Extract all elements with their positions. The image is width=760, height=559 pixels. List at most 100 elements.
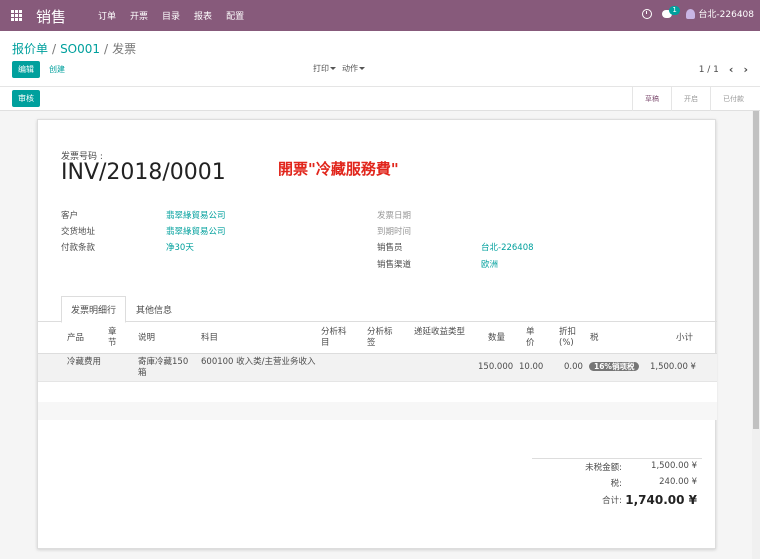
col-unit-price[interactable]: 单价 — [526, 327, 538, 349]
payment-terms-link[interactable]: 净30天 — [166, 243, 194, 253]
field-sales-channel: 销售渠道 — [377, 258, 411, 270]
menu-reporting[interactable]: 报表 — [194, 9, 212, 22]
col-subtotal[interactable]: 小计 — [676, 333, 693, 344]
scrollbar-thumb[interactable] — [753, 111, 759, 429]
untaxed-value: 1,500.00 ¥ — [651, 461, 697, 471]
tab-other-info[interactable]: 其他信息 — [126, 296, 182, 323]
scrollbar[interactable] — [752, 111, 760, 559]
main-menu: 订单 开票 目录 报表 配置 — [98, 9, 244, 22]
due-date-label: 到期时间 — [377, 227, 412, 237]
tab-invoice-lines[interactable]: 发票明细行 — [61, 296, 127, 323]
field-payment-terms-value[interactable]: 净30天 — [166, 241, 194, 253]
tax-label: 税: — [610, 479, 622, 489]
customer-label: 客户 — [61, 211, 79, 221]
caret-down-icon — [330, 67, 336, 70]
invoice-number: INV/2018/0001 — [61, 160, 226, 185]
field-customer: 客户 — [61, 209, 78, 221]
breadcrumb-current: 发票 — [112, 42, 137, 56]
stage-pipeline: 草稿 开启 已付款 — [632, 87, 756, 111]
action-menus: 打印 动作 — [313, 63, 365, 74]
untaxed-label: 未税金额: — [585, 463, 622, 473]
caret-down-icon — [359, 67, 365, 70]
invoice-lines-table: 产品 章节 说明 科目 分析科目 分析标签 递延收益类型 数量 单价 折扣 (%… — [38, 322, 717, 420]
col-taxes[interactable]: 税 — [590, 333, 599, 344]
col-analytic-tags[interactable]: 分析标签 — [367, 327, 399, 349]
edit-button[interactable]: 编辑 — [12, 61, 40, 78]
field-sales-channel-value[interactable]: 欧洲 — [481, 258, 498, 270]
pager-prev-icon[interactable]: ‹ — [729, 63, 734, 76]
stage-draft: 草稿 — [632, 87, 671, 111]
table-header: 产品 章节 说明 科目 分析科目 分析标签 递延收益类型 数量 单价 折扣 (%… — [38, 322, 717, 354]
cell-subtotal[interactable]: 1,500.00 ¥ — [650, 362, 696, 373]
salesperson-label: 销售员 — [377, 243, 403, 253]
validate-button[interactable]: 审核 — [12, 90, 40, 107]
col-product[interactable]: 产品 — [67, 333, 84, 344]
totals-divider — [532, 458, 702, 459]
activity-clock-icon[interactable] — [642, 8, 653, 19]
breadcrumb-quotations[interactable]: 报价单 — [12, 42, 48, 56]
cell-tax[interactable]: 16%销项税 — [589, 361, 640, 373]
invoice-sheet: 发票号码 : INV/2018/0001 開票"冷藏服務費" 客户 翡翠綠貿易公… — [37, 119, 717, 549]
salesperson-link[interactable]: 台北-226408 — [481, 243, 534, 253]
top-navbar: 销售 订单 开票 目录 报表 配置 1 台北-226408 — [0, 0, 760, 31]
cell-discount[interactable]: 0.00 — [564, 362, 583, 373]
app-title[interactable]: 销售 — [36, 6, 66, 27]
pager-next-icon[interactable]: › — [743, 63, 748, 76]
sales-channel-label: 销售渠道 — [377, 260, 412, 270]
col-quantity[interactable]: 数量 — [488, 333, 505, 344]
breadcrumb-order[interactable]: SO001 — [60, 42, 100, 56]
menu-invoicing[interactable]: 开票 — [130, 9, 148, 22]
menu-catalog[interactable]: 目录 — [162, 9, 180, 22]
field-payment-terms: 付款条款 — [61, 241, 95, 253]
breadcrumb: 报价单 / SO001/发票 — [12, 42, 137, 56]
menu-orders[interactable]: 订单 — [98, 9, 116, 22]
col-deferred-revenue[interactable]: 递延收益类型 — [414, 327, 466, 338]
field-delivery-value[interactable]: 翡翠綠貿易公司 — [166, 225, 226, 237]
table-row[interactable]: 冷藏费用 寄庫冷藏150箱 600100 收入类/主营业务收入 150.000 … — [38, 354, 717, 382]
apps-menu-icon[interactable] — [11, 10, 22, 21]
delivery-link[interactable]: 翡翠綠貿易公司 — [166, 227, 226, 237]
empty-row[interactable] — [38, 382, 717, 402]
annotation-text: 開票"冷藏服務費" — [278, 160, 399, 178]
print-dropdown[interactable]: 打印 — [313, 63, 336, 74]
cell-description[interactable]: 寄庫冷藏150箱 — [138, 357, 196, 379]
user-menu[interactable]: 台北-226408 — [686, 7, 754, 20]
menu-configuration[interactable]: 配置 — [226, 9, 244, 22]
tax-value: 240.00 ¥ — [659, 477, 697, 487]
col-section[interactable]: 章节 — [108, 327, 118, 349]
tax-tag: 16%销项税 — [589, 362, 640, 371]
total-value: 1,740.00 ¥ — [625, 493, 697, 507]
field-salesperson-value[interactable]: 台北-226408 — [481, 241, 534, 253]
total-label: 合计: — [602, 496, 622, 506]
field-salesperson: 销售员 — [377, 241, 403, 253]
invoice-date-label: 发票日期 — [377, 211, 412, 221]
systray: 1 台北-226408 — [642, 5, 754, 20]
payment-terms-label: 付款条款 — [61, 243, 96, 253]
pager-value[interactable]: 1 / 1 — [699, 65, 719, 75]
field-customer-value[interactable]: 翡翠綠貿易公司 — [166, 209, 226, 221]
field-invoice-date: 发票日期 — [377, 209, 411, 221]
user-name: 台北-226408 — [698, 10, 754, 20]
col-analytic-account[interactable]: 分析科目 — [321, 327, 353, 349]
stage-paid: 已付款 — [710, 87, 756, 111]
cell-quantity[interactable]: 150.000 — [478, 362, 513, 373]
col-account[interactable]: 科目 — [201, 333, 218, 344]
col-discount[interactable]: 折扣 (%) — [559, 327, 579, 349]
sales-channel-link[interactable]: 欧洲 — [481, 260, 498, 270]
notebook-tabs: 发票明细行 其他信息 — [61, 296, 182, 323]
empty-row[interactable] — [38, 402, 717, 420]
chat-icon[interactable]: 1 — [662, 5, 680, 20]
customer-link[interactable]: 翡翠綠貿易公司 — [166, 211, 226, 221]
cell-product[interactable]: 冷藏费用 — [67, 357, 101, 368]
cell-unit-price[interactable]: 10.00 — [519, 362, 543, 373]
col-description[interactable]: 说明 — [138, 333, 155, 344]
status-bar: 审核 草稿 开启 已付款 — [0, 86, 760, 111]
user-avatar-icon — [686, 8, 696, 19]
action-dropdown[interactable]: 动作 — [342, 63, 365, 74]
field-due-date: 到期时间 — [377, 225, 411, 237]
chat-badge: 1 — [669, 5, 680, 15]
create-button[interactable]: 创建 — [49, 64, 65, 75]
delivery-label: 交货地址 — [61, 227, 96, 237]
cell-account[interactable]: 600100 收入类/主营业务收入 — [201, 357, 316, 368]
field-delivery: 交货地址 — [61, 225, 95, 237]
